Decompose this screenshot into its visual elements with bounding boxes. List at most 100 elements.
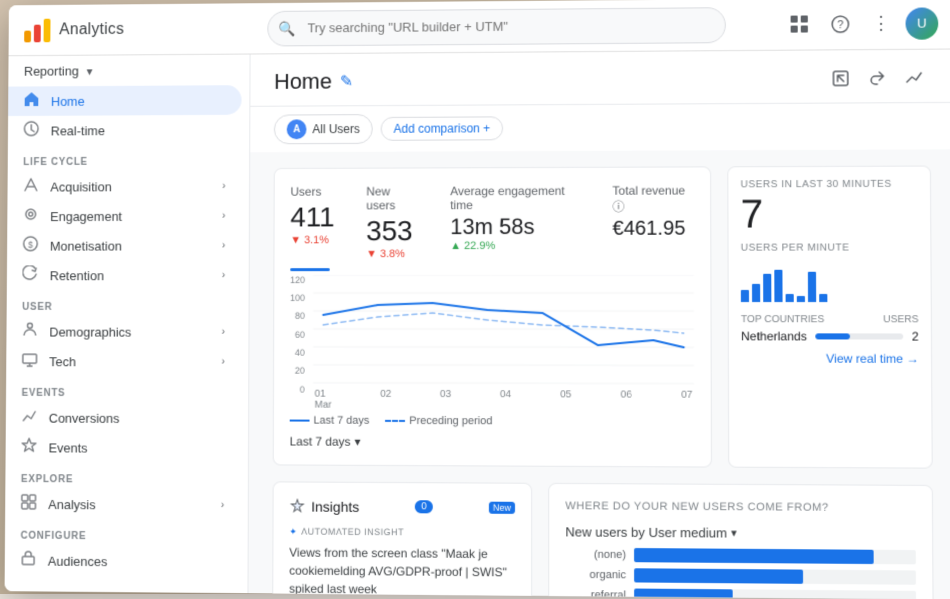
realtime-label: Real-time: [51, 123, 105, 138]
engagement-label: Engagement: [50, 209, 122, 224]
stat-engagement: Average engagement time 13m 58s ▲ 22.9%: [450, 184, 580, 260]
monetisation-expand-icon: ›: [222, 240, 225, 251]
demographics-expand-icon: ›: [222, 326, 225, 337]
revenue-value: €461.95: [612, 217, 694, 241]
hbar-row-organic: organic: [565, 567, 916, 584]
main-layout: Reporting ▾ Home Real-time LIFE CYCLE: [5, 49, 950, 599]
add-comparison-button[interactable]: Add comparison +: [381, 116, 503, 140]
legend-solid: Last 7 days: [290, 414, 370, 426]
hbar-row-referral: referral: [565, 588, 916, 599]
export-icon-button[interactable]: [861, 62, 894, 94]
chart-title-arrow[interactable]: ▾: [731, 526, 737, 539]
insights-title: Insights: [311, 498, 359, 514]
rt-bar-5: [786, 294, 794, 302]
hbar-fill-none: [634, 548, 873, 564]
sidebar-item-acquisition[interactable]: Acquisition ›: [7, 171, 241, 201]
chart-x-labels: 01Mar020304050607: [313, 388, 695, 411]
page-title: Home: [274, 69, 332, 95]
home-label: Home: [51, 93, 85, 108]
country-users-count: 2: [912, 329, 919, 343]
acquisition-label: Acquisition: [50, 179, 111, 194]
analysis-label: Analysis: [48, 497, 96, 512]
sidebar-item-conversions[interactable]: Conversions: [6, 403, 241, 434]
sidebar-item-retention[interactable]: Retention ›: [7, 260, 241, 290]
sidebar-item-analysis[interactable]: Analysis ›: [5, 489, 240, 520]
filter-row: A All Users Add comparison +: [250, 103, 950, 152]
line-chart: [313, 274, 695, 385]
sidebar-item-demographics[interactable]: Demographics ›: [6, 317, 240, 347]
hbar-row-none: (none): [565, 547, 915, 564]
users-column-label: USERS: [883, 314, 918, 325]
app-title: Analytics: [59, 21, 124, 39]
audiences-label: Audiences: [48, 553, 108, 568]
legend-solid-line: [290, 419, 310, 421]
view-realtime-label: View real time →: [826, 352, 919, 366]
engagement-icon: [23, 206, 39, 227]
monetisation-label: Monetisation: [50, 238, 122, 253]
view-realtime-link[interactable]: View real time →: [741, 351, 919, 365]
trend-icon-button[interactable]: [898, 62, 931, 94]
page-content: Users 411 ▼ 3.1% New users 353 ▼ 3.8% Av…: [248, 149, 950, 599]
new-badge: New: [489, 501, 515, 513]
chart-legend: Last 7 days Preceding period: [290, 414, 695, 428]
rt-bar-6: [797, 296, 805, 302]
share-icon-button[interactable]: [824, 62, 857, 94]
tech-expand-icon: ›: [221, 356, 224, 367]
logo-area: Analytics: [24, 17, 239, 42]
countries-header: TOP COUNTRIES USERS: [741, 314, 919, 325]
grid-icon-button[interactable]: [783, 8, 816, 40]
country-bar-fill: [815, 333, 850, 339]
realtime-label: USERS IN LAST 30 MINUTES: [740, 179, 917, 191]
retention-expand-icon: ›: [222, 270, 225, 281]
sidebar-item-home[interactable]: Home: [8, 85, 242, 116]
hbar-track-organic: [634, 568, 916, 585]
sidebar-item-monetisation[interactable]: $ Monetisation ›: [7, 231, 241, 261]
app-window: Analytics 🔍 ? ⋮ U: [5, 0, 950, 599]
stat-new-users: New users 353 ▼ 3.8%: [366, 184, 418, 259]
rt-bar-7: [808, 272, 816, 302]
rt-bar-1: [741, 290, 749, 302]
audiences-icon: [20, 550, 36, 571]
page-title-row: Home ✎: [274, 69, 353, 95]
page-edit-icon[interactable]: ✎: [340, 72, 353, 92]
search-icon: 🔍: [279, 20, 296, 37]
legend-dashed-line: [385, 419, 405, 421]
svg-text:$: $: [28, 239, 33, 249]
rt-bar-4: [774, 270, 782, 302]
engagement-change: ▲ 22.9%: [450, 240, 580, 252]
home-icon: [24, 91, 40, 112]
chart-wrap: 120100806040200: [290, 274, 695, 411]
sidebar-item-realtime[interactable]: Real-time: [8, 115, 242, 146]
users-source-card: WHERE DO YOUR NEW USERS COME FROM? New u…: [548, 482, 934, 599]
analysis-expand-icon: ›: [221, 500, 224, 511]
sidebar-item-audiences[interactable]: Audiences: [5, 545, 240, 577]
retention-icon: [22, 265, 38, 286]
user-badge-dot: A: [287, 119, 307, 139]
sidebar: Reporting ▾ Home Real-time LIFE CYCLE: [5, 55, 251, 594]
reporting-label: Reporting: [24, 64, 79, 79]
sidebar-item-engagement[interactable]: Engagement ›: [7, 201, 241, 231]
country-bar-track: [815, 333, 904, 339]
chart-y-labels: 120100806040200: [290, 275, 309, 395]
date-filter[interactable]: Last 7 days ▾: [290, 434, 695, 450]
configure-section-label: CONFIGURE: [5, 519, 248, 548]
legend-dashed-label: Preceding period: [409, 415, 492, 427]
reporting-row[interactable]: Reporting ▾: [8, 55, 249, 87]
auto-label-text: AUTOMATED INSIGHT: [301, 527, 404, 538]
search-input[interactable]: [267, 7, 726, 46]
all-users-label: All Users: [312, 122, 360, 136]
legend-solid-label: Last 7 days: [313, 414, 369, 426]
all-users-badge[interactable]: A All Users: [274, 114, 373, 144]
acquisition-expand-icon: ›: [222, 181, 225, 192]
engagement-label: Average engagement time: [450, 184, 580, 212]
more-options-button[interactable]: ⋮: [865, 7, 898, 39]
avatar[interactable]: U: [905, 7, 938, 39]
insights-header: Insights 0 New: [289, 498, 515, 515]
sidebar-item-events[interactable]: Events: [6, 432, 241, 463]
legend-dashed: Preceding period: [385, 414, 492, 426]
help-icon-button[interactable]: ?: [824, 8, 857, 40]
sidebar-item-tech[interactable]: Tech ›: [6, 346, 240, 376]
users-label: Users: [290, 185, 334, 199]
insights-icon: [289, 498, 305, 514]
users-change: ▼ 3.1%: [290, 234, 334, 246]
